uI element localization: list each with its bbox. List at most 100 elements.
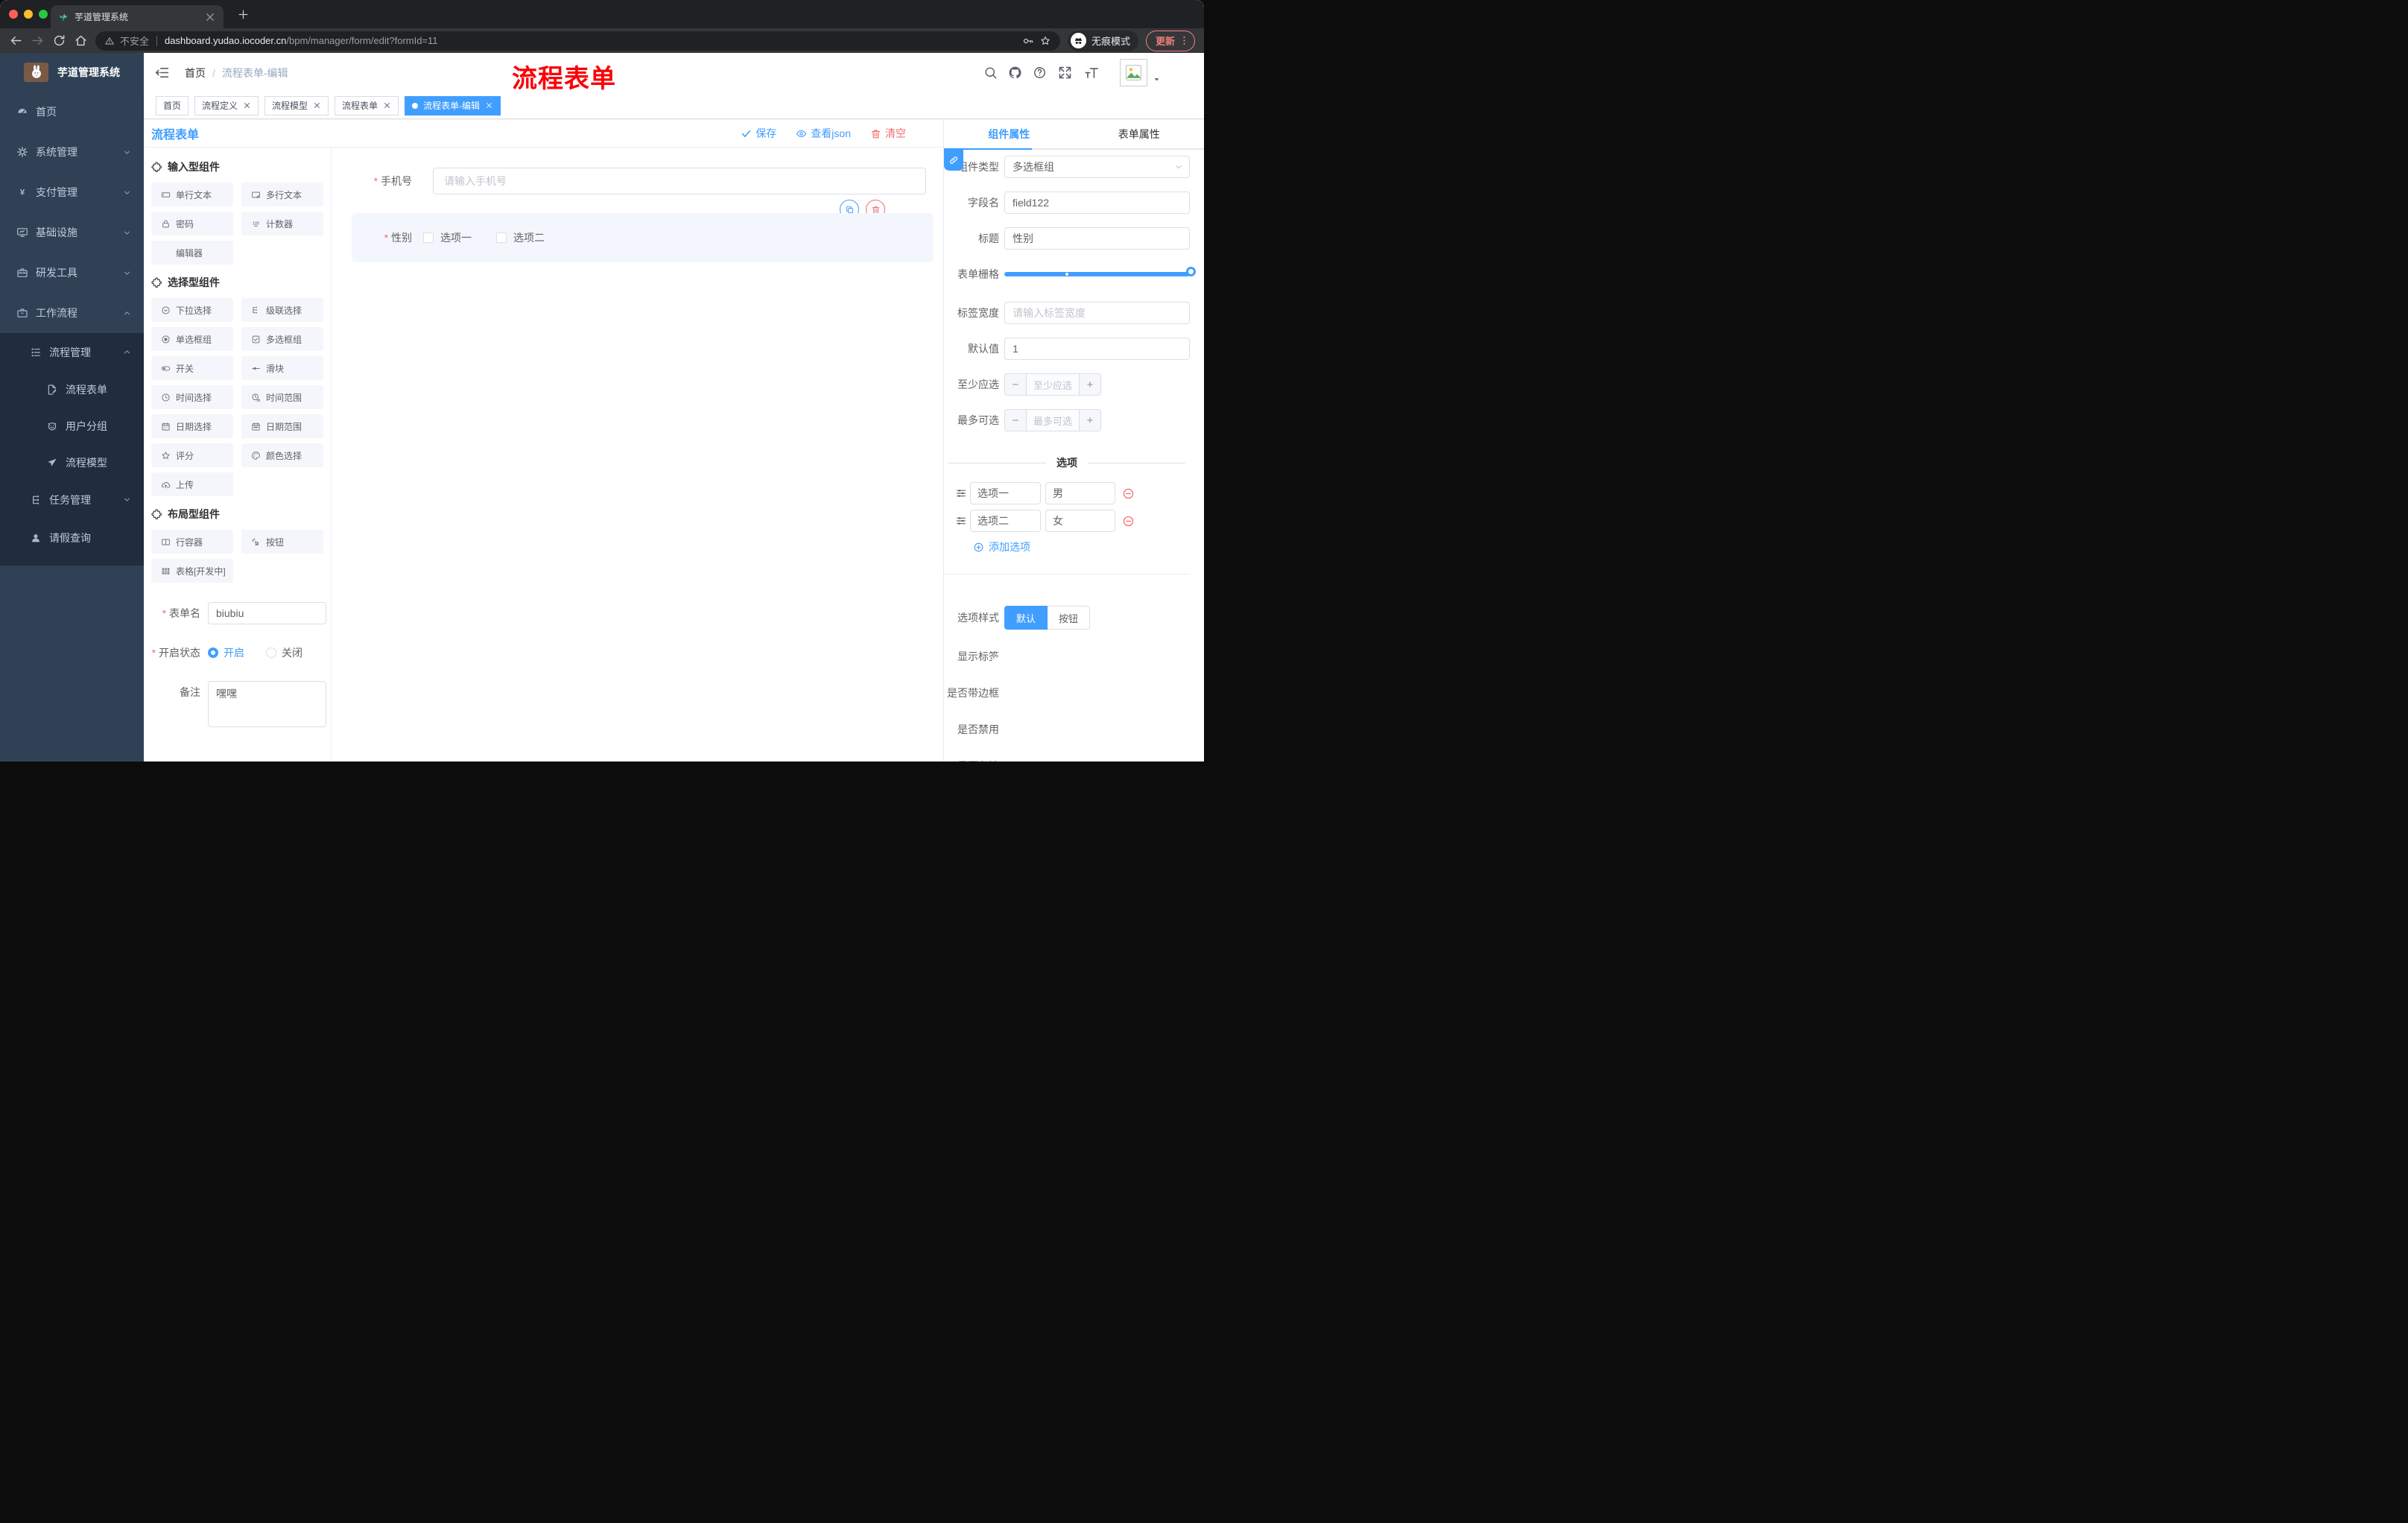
max-decrease-button[interactable]: − — [1005, 410, 1027, 431]
palette-item-上传[interactable]: 上传 — [151, 472, 233, 496]
sidebar-item-工作流程[interactable]: 工作流程 — [0, 293, 144, 333]
gender-option-1[interactable]: 选项一 — [423, 230, 472, 245]
sidebar-item-基础设施[interactable]: 基础设施 — [0, 212, 144, 253]
tag-close-icon[interactable] — [313, 101, 321, 110]
user-avatar[interactable] — [1120, 59, 1147, 86]
palette-item-密码[interactable]: 密码 — [151, 212, 233, 235]
sidebar-item-流程模型[interactable]: 流程模型 — [0, 444, 144, 481]
reload-icon[interactable] — [52, 34, 66, 48]
palette-item-时间范围[interactable]: 时间范围 — [241, 385, 323, 409]
sidebar-item-任务管理[interactable]: 任务管理 — [0, 481, 144, 519]
tag-3[interactable]: 流程表单 — [335, 95, 399, 115]
sidebar-item-首页[interactable]: 首页 — [0, 92, 144, 132]
tab-close-icon[interactable] — [204, 11, 216, 23]
palette-item-行容器[interactable]: 行容器 — [151, 530, 233, 554]
help-icon[interactable] — [1033, 66, 1047, 80]
fullscreen-icon[interactable] — [1057, 65, 1073, 80]
sidebar-item-流程表单[interactable]: 流程表单 — [0, 371, 144, 408]
title-input[interactable] — [1004, 227, 1190, 250]
palette-item-开关[interactable]: 开关 — [151, 356, 233, 380]
option-value-input[interactable] — [1045, 482, 1115, 504]
palette-item-日期选择[interactable]: 日期选择 — [151, 414, 233, 438]
tag-1[interactable]: 流程定义 — [194, 95, 259, 115]
sidebar-item-研发工具[interactable]: 研发工具 — [0, 253, 144, 293]
palette-item-单行文本[interactable]: 单行文本 — [151, 183, 233, 206]
add-option-button[interactable]: 添加选项 — [944, 539, 1190, 554]
checkbox-box[interactable] — [423, 232, 434, 243]
palette-item-编辑器[interactable]: 编辑器 — [151, 241, 233, 265]
palette-item-多行文本[interactable]: 多行文本 — [241, 183, 323, 206]
drag-handle-icon[interactable] — [955, 487, 967, 499]
password-key-icon[interactable] — [1022, 35, 1034, 47]
remove-option-icon[interactable] — [1122, 515, 1135, 528]
forward-icon[interactable] — [31, 34, 45, 48]
save-button[interactable]: 保存 — [741, 126, 776, 141]
clear-button[interactable]: 清空 — [870, 126, 906, 141]
view-json-button[interactable]: 查看json — [796, 126, 851, 141]
option-value-input[interactable] — [1045, 510, 1115, 532]
address-bar[interactable]: 不安全 dashboard.yudao.iocoder.cn/bpm/manag… — [95, 31, 1060, 51]
option-label-input[interactable] — [970, 482, 1041, 504]
palette-item-时间选择[interactable]: 时间选择 — [151, 385, 233, 409]
form-name-input[interactable] — [208, 602, 326, 624]
tag-active-4[interactable]: 流程表单-编辑 — [405, 95, 501, 115]
max-increase-button[interactable]: + — [1079, 410, 1100, 431]
drag-handle-icon[interactable] — [955, 515, 967, 527]
tab-component-props[interactable]: 组件属性 — [944, 120, 1074, 148]
remove-option-icon[interactable] — [1122, 487, 1135, 500]
palette-item-按钮[interactable]: 按钮 — [241, 530, 323, 554]
min-select-value[interactable]: 至少应选 — [1027, 374, 1079, 395]
app-logo-row[interactable]: 芋道管理系统 — [0, 53, 144, 92]
slider-handle[interactable] — [1186, 267, 1196, 276]
default-value-input[interactable] — [1004, 338, 1190, 360]
field-name-input[interactable] — [1004, 191, 1190, 214]
status-on-radio[interactable] — [208, 647, 218, 658]
form-remark-textarea[interactable] — [208, 681, 326, 727]
tag-close-icon[interactable] — [383, 101, 391, 110]
min-decrease-button[interactable]: − — [1005, 374, 1027, 395]
sidebar-item-系统管理[interactable]: 系统管理 — [0, 132, 144, 172]
zoom-window-button[interactable] — [39, 10, 48, 19]
tag-0[interactable]: 首页 — [156, 95, 189, 115]
max-select-value[interactable]: 最多可选 — [1027, 410, 1079, 431]
tag-close-icon[interactable] — [243, 101, 251, 110]
github-icon[interactable] — [1008, 66, 1022, 80]
gender-widget-selected[interactable]: 性别 选项一 选项二 — [352, 213, 934, 262]
palette-item-下拉选择[interactable]: 下拉选择 — [151, 298, 233, 322]
phone-field-input[interactable] — [433, 168, 926, 194]
status-off-radio[interactable] — [266, 647, 276, 658]
avatar-caret-icon[interactable] — [1152, 75, 1162, 84]
collapse-sidebar-icon[interactable] — [154, 65, 170, 80]
min-increase-button[interactable]: + — [1079, 374, 1100, 395]
browser-tab[interactable]: 芋道管理系统 — [51, 5, 224, 28]
bookmark-star-icon[interactable] — [1039, 35, 1051, 47]
status-off-label[interactable]: 关闭 — [282, 645, 302, 660]
tag-2[interactable]: 流程模型 — [264, 95, 329, 115]
sidebar-item-请假查询[interactable]: 请假查询 — [0, 519, 144, 557]
breadcrumb-home[interactable]: 首页 — [185, 66, 206, 80]
gender-option-2[interactable]: 选项二 — [496, 230, 545, 245]
sidebar-item-支付管理[interactable]: ¥ 支付管理 — [0, 172, 144, 212]
status-on-label[interactable]: 开启 — [224, 645, 244, 660]
component-type-select[interactable] — [1004, 156, 1190, 178]
palette-item-级联选择[interactable]: 级联选择 — [241, 298, 323, 322]
minimize-window-button[interactable] — [24, 10, 33, 19]
label-width-input[interactable] — [1004, 302, 1190, 324]
new-tab-button[interactable] — [237, 8, 250, 21]
home-icon[interactable] — [74, 34, 88, 48]
option-label-input[interactable] — [970, 510, 1041, 532]
palette-item-计数器[interactable]: 123 计数器 — [241, 212, 323, 235]
palette-item-表格开发中[interactable]: 表格[开发中] — [151, 559, 233, 583]
sidebar-item-用户分组[interactable]: 用户分组 — [0, 408, 144, 444]
checkbox-box[interactable] — [496, 232, 507, 243]
chrome-menu-icon[interactable] — [1179, 35, 1190, 46]
link-flag-button[interactable] — [944, 150, 963, 171]
palette-item-日期范围[interactable]: 日期范围 — [241, 414, 323, 438]
palette-item-颜色选择[interactable]: 颜色选择 — [241, 443, 323, 467]
tab-form-props[interactable]: 表单属性 — [1074, 120, 1205, 148]
chrome-update-button[interactable]: 更新 — [1145, 30, 1195, 51]
font-size-icon[interactable] — [1083, 65, 1100, 81]
palette-item-评分[interactable]: 评分 — [151, 443, 233, 467]
palette-item-多选框组[interactable]: 多选框组 — [241, 327, 323, 351]
palette-item-滑块[interactable]: 滑块 — [241, 356, 323, 380]
